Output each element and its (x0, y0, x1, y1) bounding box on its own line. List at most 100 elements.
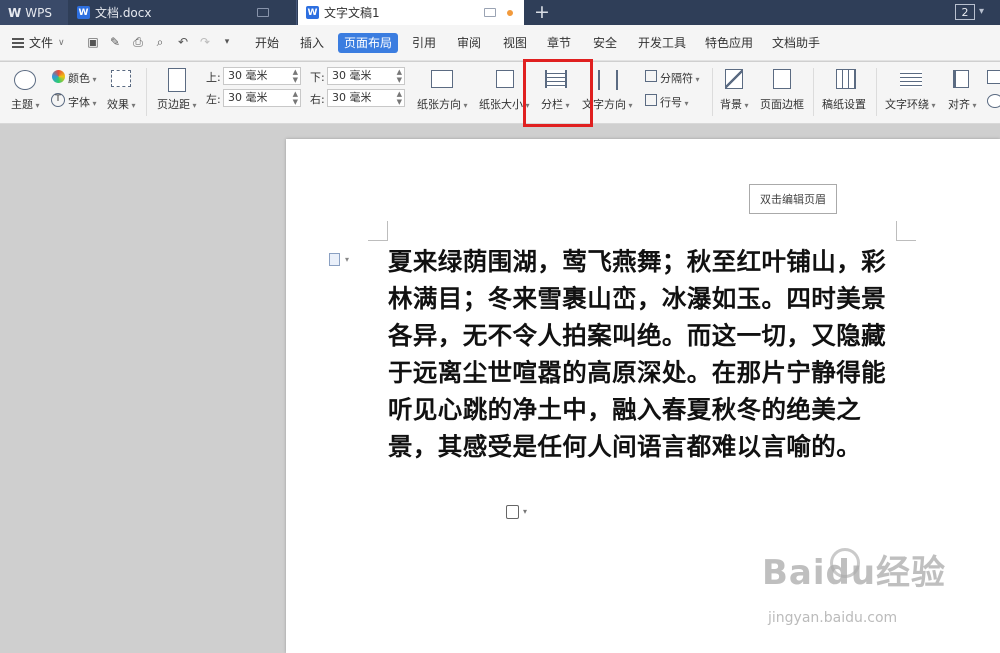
tab-page-layout[interactable]: 页面布局 (338, 33, 399, 53)
print-preview-icon[interactable]: ⌕ (153, 35, 167, 49)
effect-icon[interactable] (111, 70, 131, 87)
columns-highlight-box (523, 59, 593, 127)
text-wrap-button[interactable]: 文字环绕 (885, 96, 936, 112)
dropdown-arrow-icon[interactable]: ▾ (979, 6, 984, 17)
line-number-button[interactable]: 行号 (660, 94, 689, 110)
tab-review[interactable]: 审阅 (457, 34, 481, 52)
separator-button[interactable]: 分隔符 (660, 70, 700, 86)
margin-left-input[interactable]: 30 毫米 ▲ ▼ (223, 89, 301, 107)
color-icon (52, 70, 65, 83)
orientation-icon[interactable] (431, 70, 453, 88)
dropdown-arrow-icon[interactable]: ▾ (523, 507, 527, 516)
paper-size-icon[interactable] (496, 70, 514, 88)
separator (876, 68, 877, 116)
margin-left-value: 30 毫米 (228, 91, 268, 104)
document-body-text[interactable]: 夏来绿荫围湖，莺飞燕舞；秋至红叶铺山，彩林满目；冬来雪裹山峦，冰瀑如玉。四时美景… (388, 243, 908, 465)
margin-right-label: 右: (310, 93, 325, 106)
line-number-icon (645, 94, 657, 106)
chevron-down-icon: ∨ (58, 37, 65, 48)
baidu-watermark-url: jingyan.baidu.com (768, 610, 898, 626)
file-menu-button[interactable]: 文件 ∨ (12, 34, 65, 51)
page-border-button[interactable]: 页面边框 (760, 96, 804, 112)
tab-security[interactable]: 安全 (593, 34, 617, 52)
tab-doc-label: 文档.docx (95, 6, 152, 20)
tab-document-docx[interactable]: W 文档.docx (69, 0, 297, 25)
theme-button[interactable]: 主题 (11, 96, 40, 112)
tab-references[interactable]: 引用 (412, 34, 436, 52)
margin-top-input[interactable]: 30 毫米 ▲ ▼ (223, 67, 301, 85)
dropdown-arrow-icon[interactable]: ▾ (345, 255, 349, 264)
paper-size-button[interactable]: 纸张大小 (479, 96, 530, 112)
margin-corner-mark (896, 221, 916, 241)
tab-document-assistant[interactable]: 文档助手 (772, 34, 820, 52)
baidu-watermark: Baidu经验 (762, 553, 947, 593)
manuscript-grid-icon[interactable] (836, 69, 856, 89)
page-border-icon[interactable] (773, 69, 791, 89)
spinner-arrows-icon[interactable]: ▲ ▼ (397, 90, 402, 106)
spinner-arrows-icon[interactable]: ▲ ▼ (293, 90, 298, 106)
effect-button[interactable]: 效果 (107, 96, 136, 112)
redo-icon[interactable]: ↷ (198, 35, 212, 49)
tab-home[interactable]: 开始 (255, 34, 279, 52)
margins-button[interactable]: 页边距 (157, 96, 197, 112)
margins-icon[interactable] (168, 68, 186, 92)
print-icon[interactable]: ⎙ (131, 35, 145, 49)
edit-header-hint[interactable]: 双击编辑页眉 (749, 184, 837, 214)
tab-insert[interactable]: 插入 (300, 34, 324, 52)
color-button[interactable]: 颜色 (68, 70, 97, 86)
tab-view[interactable]: 视图 (503, 34, 527, 52)
hamburger-icon (12, 37, 24, 48)
tab-special-apps[interactable]: 特色应用 (705, 34, 753, 52)
tab-active-label: 文字文稿1 (324, 6, 380, 20)
tab-wps-label: WPS (25, 5, 52, 20)
margin-left-label: 左: (206, 93, 221, 106)
paste-options-icon[interactable] (506, 505, 519, 519)
separator (146, 68, 147, 116)
monitor-icon[interactable] (257, 8, 269, 17)
rotate-icon[interactable] (987, 94, 1000, 108)
separator (712, 68, 713, 116)
monitor-icon[interactable] (484, 8, 496, 17)
tab-wps-home[interactable]: W WPS (0, 0, 68, 25)
format-painter-icon[interactable]: ✎ (108, 35, 122, 49)
font-button[interactable]: 字体 (68, 94, 97, 110)
window-count-badge[interactable]: 2 (955, 4, 975, 20)
margin-bottom-label: 下: (310, 71, 325, 84)
text-direction-icon[interactable] (598, 70, 618, 90)
margin-bottom-input[interactable]: 30 毫米 ▲ ▼ (327, 67, 405, 85)
ribbon-toolbar: 主题 颜色 T 字体 效果 页边距 上: 30 毫米 ▲▼ 下: 30 毫米 ▲… (0, 62, 1000, 124)
file-menu-label: 文件 (29, 36, 54, 50)
tab-developer-tools[interactable]: 开发工具 (638, 34, 686, 52)
margin-top-label: 上: (206, 71, 221, 84)
margin-right-input[interactable]: 30 毫米 ▲ ▼ (327, 89, 405, 107)
align-button[interactable]: 对齐 (948, 96, 977, 112)
save-icon[interactable]: ▣ (86, 35, 100, 49)
wps-logo-icon: W (8, 5, 22, 20)
text-wrap-icon[interactable] (900, 70, 922, 88)
margin-right-value: 30 毫米 (332, 91, 372, 104)
new-tab-plus-icon[interactable]: + (534, 1, 550, 23)
tab-chapter[interactable]: 章节 (547, 34, 571, 52)
word-doc-icon: W (77, 6, 90, 19)
paragraph-handle-icon[interactable] (329, 253, 340, 266)
font-t-icon: T (51, 93, 65, 107)
word-doc-icon: W (306, 6, 319, 19)
menu-bar: 文件 ∨ ▣ ✎ ⎙ ⌕ ↶ ↷ ▾ 开始 插入 页面布局 引用 审阅 视图 章… (0, 25, 1000, 61)
undo-icon[interactable]: ↶ (176, 35, 190, 49)
customize-dropdown-icon[interactable]: ▾ (220, 35, 234, 49)
tab-text-draft[interactable]: W 文字文稿1 (298, 0, 524, 25)
group-icon[interactable] (987, 70, 1000, 84)
orientation-button[interactable]: 纸张方向 (417, 96, 468, 112)
separator (813, 68, 814, 116)
margin-corner-mark (368, 221, 388, 241)
background-button[interactable]: 背景 (720, 96, 749, 112)
manuscript-button[interactable]: 稿纸设置 (822, 96, 866, 112)
background-icon[interactable] (725, 69, 743, 89)
unsaved-dot-icon (507, 10, 513, 16)
spinner-arrows-icon[interactable]: ▲ ▼ (293, 68, 298, 84)
page-break-icon (645, 70, 657, 82)
theme-palette-icon[interactable] (14, 70, 36, 90)
margin-bottom-value: 30 毫米 (332, 69, 372, 82)
align-icon[interactable] (953, 70, 969, 88)
spinner-arrows-icon[interactable]: ▲ ▼ (397, 68, 402, 84)
